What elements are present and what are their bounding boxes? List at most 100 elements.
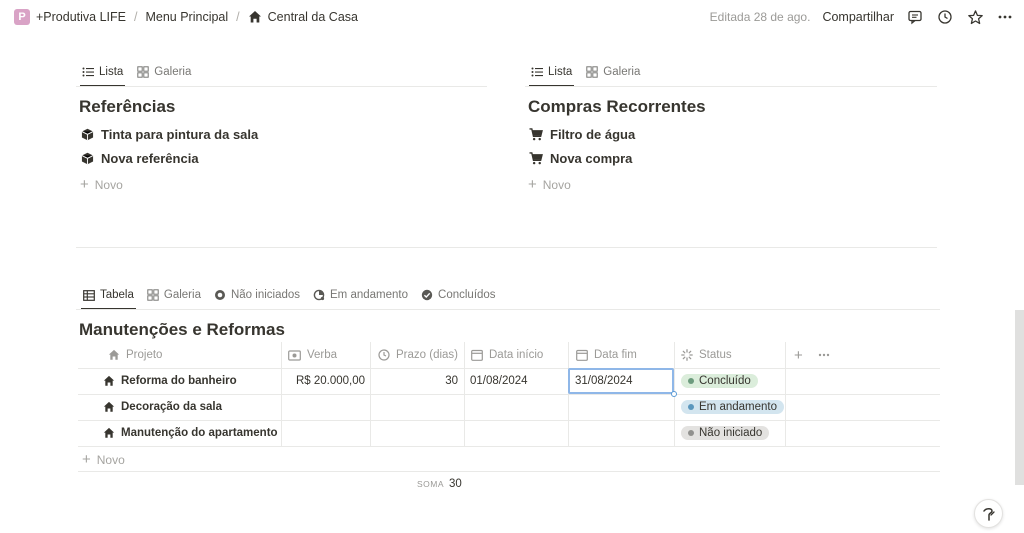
projeto-name: Reforma do banheiro	[121, 375, 237, 387]
tab-label: Em andamento	[330, 289, 409, 301]
package-icon	[81, 152, 94, 165]
column-header-prazo[interactable]: Prazo (dias)	[378, 342, 458, 368]
compras-title[interactable]: Compras Recorrentes	[528, 97, 706, 117]
referencias-view-tabs: Lista Galeria	[79, 58, 191, 87]
column-header-data-fim[interactable]: Data fim	[576, 342, 637, 368]
column-header-label: Status	[699, 349, 732, 361]
tab-label: Lista	[548, 66, 573, 78]
breadcrumb-separator: /	[133, 10, 138, 24]
help-button[interactable]	[974, 499, 1003, 528]
money-icon	[288, 349, 301, 361]
gallery-icon	[147, 289, 159, 301]
house-icon	[103, 375, 115, 386]
package-icon	[81, 128, 94, 141]
status-label: Não iniciado	[699, 427, 763, 439]
house-icon	[248, 11, 261, 23]
clock-icon[interactable]	[936, 8, 954, 26]
column-header-verba[interactable]: Verba	[288, 342, 337, 368]
tab-galeria[interactable]: Galeria	[147, 281, 201, 309]
more-icon[interactable]	[996, 8, 1014, 26]
referencias-title[interactable]: Referências	[79, 97, 175, 117]
projeto-name: Decoração da sala	[121, 401, 223, 413]
table-icon	[83, 289, 95, 301]
sum-label: SOMA	[417, 479, 445, 489]
breadcrumb-item-current-page[interactable]: Central da Casa	[268, 10, 358, 24]
new-label: Novo	[542, 177, 571, 192]
referencias-new-button[interactable]: + Novo	[80, 177, 123, 192]
column-header-projeto[interactable]: Projeto	[108, 342, 162, 368]
column-header-data-inicio[interactable]: Data início	[471, 342, 543, 368]
status-label: Em andamento	[699, 401, 777, 413]
breadcrumb-item-menu[interactable]: Menu Principal	[145, 10, 228, 24]
clock-icon	[378, 349, 390, 361]
status-badge: Concluído	[681, 374, 758, 388]
add-column-button[interactable]: +	[794, 342, 803, 368]
more-icon	[818, 353, 830, 357]
share-button[interactable]: Compartilhar	[822, 10, 894, 24]
table-row-projeto[interactable]: Reforma do banheiro	[103, 368, 237, 394]
manutencoes-title[interactable]: Manutenções e Reformas	[79, 320, 285, 340]
status-dot	[688, 404, 694, 410]
verba-cell[interactable]: R$ 20.000,00	[282, 368, 365, 394]
breadcrumb-separator: /	[236, 10, 240, 24]
column-options-button[interactable]	[818, 342, 830, 368]
compras-view-tabs: Lista Galeria	[528, 58, 640, 87]
star-icon[interactable]	[966, 8, 984, 26]
plus-icon: +	[82, 451, 91, 468]
table-border	[78, 446, 940, 447]
tab-galeria[interactable]: Galeria	[137, 58, 191, 86]
compras-new-button[interactable]: + Novo	[528, 177, 571, 192]
column-header-label: Data fim	[594, 349, 637, 361]
status-label: Concluído	[699, 375, 751, 387]
list-item[interactable]: Nova compra	[529, 151, 632, 166]
tab-em-andamento[interactable]: Em andamento	[313, 281, 408, 309]
last-edited-label: Editada 28 de ago.	[709, 10, 811, 24]
status-cell[interactable]: Concluído	[681, 368, 758, 394]
tab-label: Galeria	[154, 66, 192, 78]
tab-label: Concluídos	[438, 289, 496, 301]
column-header-label: Projeto	[126, 349, 163, 361]
table-row-projeto[interactable]: Manutenção do apartamento	[103, 420, 278, 446]
data-fim-cell[interactable]: 31/08/2024	[575, 368, 633, 394]
breadcrumb: P +Produtiva LIFE / Menu Principal / Cen…	[14, 9, 358, 25]
tab-label: Não iniciados	[230, 289, 301, 301]
calendar-icon	[471, 349, 483, 361]
table-row-projeto[interactable]: Decoração da sala	[103, 394, 222, 420]
shopping-cart-icon	[529, 128, 543, 141]
gallery-icon	[137, 66, 149, 78]
list-icon	[531, 67, 543, 77]
status-dot	[688, 430, 694, 436]
table-border	[785, 342, 786, 446]
breadcrumb-item-workspace[interactable]: +Produtiva LIFE	[36, 10, 126, 24]
house-icon	[108, 349, 120, 360]
comment-icon[interactable]	[906, 8, 924, 26]
projeto-name: Manutenção do apartamento	[121, 427, 278, 439]
section-divider	[76, 247, 937, 248]
list-icon	[82, 67, 94, 77]
manutencoes-view-tabs: Tabela Galeria Não iniciados Em andament…	[81, 281, 496, 310]
tab-concluidos[interactable]: Concluídos	[421, 281, 496, 309]
tab-nao-iniciados[interactable]: Não iniciados	[214, 281, 300, 309]
status-badge: Em andamento	[681, 400, 784, 414]
prazo-cell[interactable]: 30	[371, 368, 458, 394]
data-inicio-cell[interactable]: 01/08/2024	[470, 368, 528, 394]
status-cell[interactable]: Em andamento	[681, 394, 784, 420]
scrollbar-thumb[interactable]	[1015, 310, 1024, 485]
list-item[interactable]: Tinta para pintura da sala	[81, 127, 258, 142]
manutencoes-new-button[interactable]: + Novo	[82, 452, 125, 467]
list-item[interactable]: Filtro de água	[529, 127, 635, 142]
table-border	[370, 342, 371, 446]
tab-tabela[interactable]: Tabela	[81, 281, 136, 310]
column-header-status[interactable]: Status	[681, 342, 732, 368]
cell-resize-handle[interactable]	[671, 391, 677, 397]
tab-lista[interactable]: Lista	[79, 58, 126, 87]
column-header-label: Verba	[307, 349, 338, 361]
tab-galeria[interactable]: Galeria	[586, 58, 640, 86]
workspace-logo-icon[interactable]: P	[14, 9, 30, 25]
list-item[interactable]: Nova referência	[81, 151, 199, 166]
table-border	[464, 342, 465, 446]
prazo-sum[interactable]: SOMA 30	[417, 478, 462, 490]
tab-lista[interactable]: Lista	[528, 58, 575, 87]
status-cell[interactable]: Não iniciado	[681, 420, 770, 446]
list-item-label: Tinta para pintura da sala	[101, 127, 259, 142]
